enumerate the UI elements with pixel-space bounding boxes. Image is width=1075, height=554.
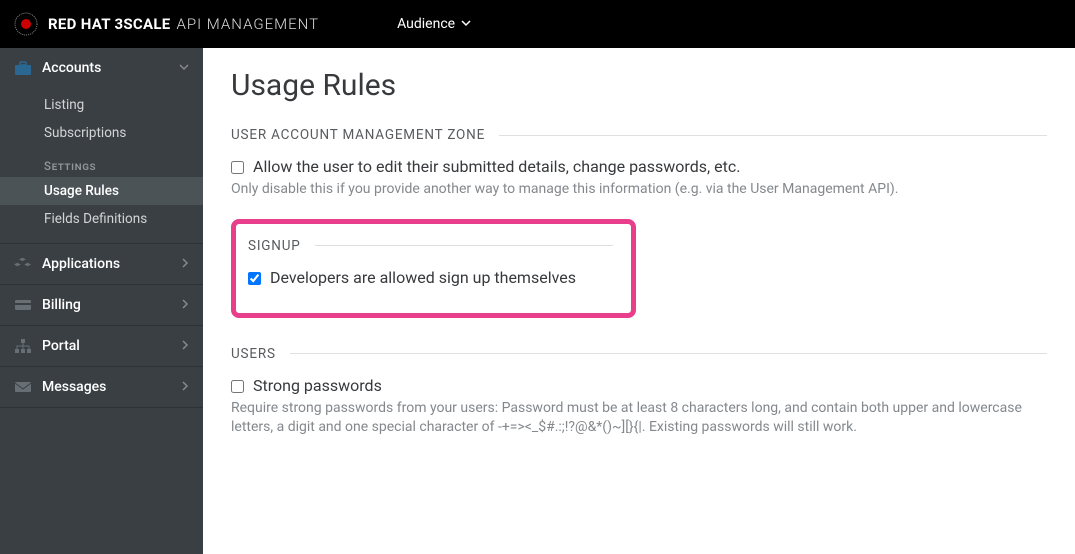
chevron-right-icon: [181, 338, 189, 354]
sidebar-subgroup-settings: Settings: [0, 147, 203, 177]
page-title: Usage Rules: [231, 68, 1047, 103]
sidebar-item-accounts[interactable]: Accounts: [0, 48, 203, 88]
main-content: Usage Rules USER ACCOUNT MANAGEMENT ZONE…: [203, 48, 1075, 554]
sidebar-item-listing[interactable]: Listing: [0, 91, 203, 119]
checkbox-label[interactable]: Strong passwords: [253, 376, 382, 395]
section-heading: USERS: [231, 346, 276, 362]
sitemap-icon: [14, 338, 32, 354]
section-heading: USER ACCOUNT MANAGEMENT ZONE: [231, 127, 485, 143]
sidebar-label: Messages: [42, 379, 106, 395]
chevron-down-icon: [179, 60, 189, 76]
divider: [290, 353, 1047, 354]
briefcase-icon: [14, 60, 32, 76]
brand-bold: RED HAT 3SCALE: [48, 15, 171, 33]
section-users: USERS: [231, 346, 1047, 362]
redhat-logo-icon: [14, 12, 38, 36]
topbar: RED HAT 3SCALE API MANAGEMENT Audience: [0, 0, 1075, 48]
chevron-down-icon: [461, 16, 471, 32]
checkbox-label[interactable]: Allow the user to edit their submitted d…: [253, 157, 740, 176]
credit-card-icon: [14, 297, 32, 313]
highlighted-signup-section: SIGNUP Developers are allowed sign up th…: [231, 219, 636, 318]
cubes-icon: [14, 256, 32, 272]
sidebar-item-fields-definitions[interactable]: Fields Definitions: [0, 205, 203, 233]
checkbox-developers-signup[interactable]: [248, 272, 261, 285]
sidebar: Accounts Listing Subscriptions Settings …: [0, 48, 203, 554]
sidebar-item-usage-rules[interactable]: Usage Rules: [0, 177, 203, 205]
audience-dropdown[interactable]: Audience: [397, 16, 471, 32]
help-text: Require strong passwords from your users…: [231, 399, 1047, 437]
sidebar-item-billing[interactable]: Billing: [0, 285, 203, 325]
section-uamz: USER ACCOUNT MANAGEMENT ZONE: [231, 127, 1047, 143]
audience-label: Audience: [397, 16, 455, 32]
sidebar-label: Billing: [42, 297, 81, 313]
chevron-right-icon: [181, 297, 189, 313]
divider: [499, 135, 1047, 136]
sidebar-subnav: Listing Subscriptions Settings Usage Rul…: [0, 88, 203, 243]
section-heading: SIGNUP: [248, 238, 301, 254]
chevron-right-icon: [181, 256, 189, 272]
sidebar-item-messages[interactable]: Messages: [0, 367, 203, 407]
sidebar-label: Applications: [42, 256, 120, 272]
brand-label: RED HAT 3SCALE API MANAGEMENT: [48, 15, 319, 33]
help-text: Only disable this if you provide another…: [231, 180, 1047, 199]
section-signup: SIGNUP: [248, 238, 613, 254]
envelope-icon: [14, 379, 32, 395]
checkbox-allow-user-edit[interactable]: [231, 161, 244, 174]
brand-thin: API MANAGEMENT: [177, 15, 320, 33]
checkbox-strong-passwords[interactable]: [231, 380, 244, 393]
sidebar-item-subscriptions[interactable]: Subscriptions: [0, 119, 203, 147]
checkbox-label[interactable]: Developers are allowed sign up themselve…: [270, 268, 576, 287]
sidebar-item-portal[interactable]: Portal: [0, 326, 203, 366]
divider: [315, 245, 613, 246]
sidebar-item-applications[interactable]: Applications: [0, 244, 203, 284]
sidebar-label: Accounts: [42, 60, 101, 76]
sidebar-group-accounts: Accounts Listing Subscriptions Settings …: [0, 48, 203, 244]
chevron-right-icon: [181, 379, 189, 395]
sidebar-label: Portal: [42, 338, 80, 354]
